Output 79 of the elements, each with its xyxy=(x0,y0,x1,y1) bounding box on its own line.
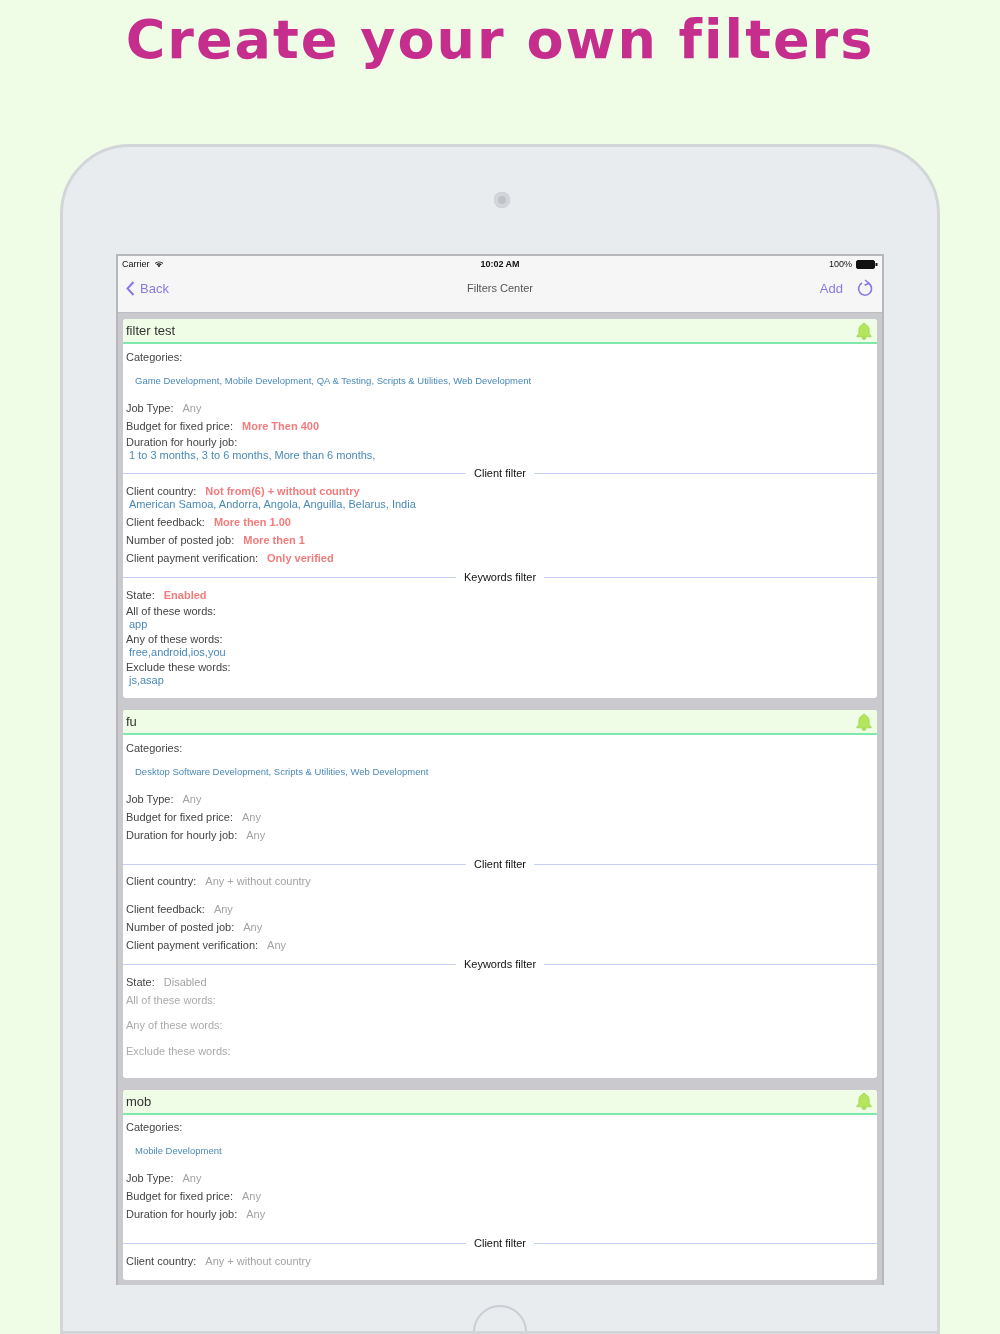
field-label: Categories: xyxy=(126,1121,184,1134)
field-label: Any of these words: xyxy=(126,633,224,646)
category-list: Mobile Development xyxy=(126,1134,874,1167)
field-value: Any xyxy=(246,828,266,842)
filter-name: filter test xyxy=(126,323,176,338)
field-label: Client country: xyxy=(126,484,197,498)
field-label: Exclude these words: xyxy=(126,661,232,674)
field-value: Any + without country xyxy=(205,875,311,888)
field-label: Categories: xyxy=(126,741,184,755)
bell-icon[interactable] xyxy=(856,712,872,731)
field-value: More then 1 xyxy=(243,533,305,547)
field-label: Budget for fixed price: xyxy=(126,1190,233,1203)
chevron-icon xyxy=(126,280,135,296)
field-value: Enabled xyxy=(163,588,207,602)
section-title: Client filter xyxy=(474,857,526,871)
field-value: Any xyxy=(243,920,263,934)
field-value: Only verified xyxy=(267,551,334,565)
field-label: All of these words: xyxy=(126,993,217,1007)
headline: Create your own filters xyxy=(124,7,876,73)
field-value: Any xyxy=(242,1190,261,1203)
nav-title: Filters Center xyxy=(467,282,533,294)
field-value: Any xyxy=(242,810,261,824)
field-value: app xyxy=(128,618,149,631)
field-label: Client feedback: xyxy=(126,515,205,529)
field-label: Number of posted job: xyxy=(126,533,235,547)
field-value: Any xyxy=(182,1172,202,1185)
carrier-label: Carrier xyxy=(122,259,150,269)
field-label: Client country: xyxy=(126,1254,197,1268)
field-label: Duration for hourly job: xyxy=(126,436,239,449)
field-label: Job Type: xyxy=(126,401,174,415)
field-value: Any xyxy=(246,1208,266,1221)
field-label: Number of posted job: xyxy=(126,920,235,934)
field-label: Exclude these words: xyxy=(126,1044,232,1058)
wifi-icon xyxy=(153,260,164,268)
bell-icon[interactable] xyxy=(856,1092,872,1110)
field-value: Not from(6) + without country xyxy=(205,484,360,498)
field-label: Client payment verification: xyxy=(126,938,259,952)
field-label: Categories: xyxy=(126,350,184,364)
field-label: Duration for hourly job: xyxy=(126,828,238,842)
bell-icon[interactable] xyxy=(856,321,872,340)
field-value: 1 to 3 months, 3 to 6 months, More than 6 months, xyxy=(128,449,377,462)
field-label: State: xyxy=(126,588,155,602)
field-value: Any xyxy=(182,792,202,806)
field-value: More Then 400 xyxy=(242,419,320,433)
section-title: Client filter xyxy=(474,1237,526,1250)
field-value: Any xyxy=(182,401,202,415)
battery-icon xyxy=(856,259,878,269)
field-label: Client country: xyxy=(126,875,197,888)
filter-name: fu xyxy=(126,714,137,729)
field-value: Any + without country xyxy=(205,1254,311,1268)
field-value: Any xyxy=(213,902,233,916)
field-label: Budget for fixed price: xyxy=(126,419,233,433)
field-label: State: xyxy=(126,975,155,989)
battery-percent: 100% xyxy=(828,259,852,269)
field-label: All of these words: xyxy=(126,605,217,618)
field-value: free,android,ios,you xyxy=(128,646,227,659)
field-label: Client feedback: xyxy=(126,902,205,916)
section-title: Keywords filter xyxy=(463,958,537,971)
field-label: Job Type: xyxy=(126,792,174,806)
field-label: Client payment verification: xyxy=(126,551,259,565)
refresh-icon[interactable] xyxy=(857,279,874,297)
category-list: Desktop Software Development, Scripts & Utilities, Web Development xyxy=(126,754,874,788)
field-value: Any xyxy=(267,938,287,952)
section-title: Keywords filter xyxy=(463,571,537,584)
field-value: Disabled xyxy=(163,975,207,989)
field-label: Duration for hourly job: xyxy=(126,1208,238,1221)
field-label: Job Type: xyxy=(126,1172,174,1185)
back-button[interactable]: Back xyxy=(126,280,276,296)
field-label: Budget for fixed price: xyxy=(126,810,233,824)
field-label: Any of these words: xyxy=(126,1019,224,1032)
country-list: American Samoa, Andorra, Angola, Anguilla, Belarus, India xyxy=(126,497,874,511)
category-list: Game Development, Mobile Development, QA & Testing, Scripts & Utilities, Web Development xyxy=(126,363,874,397)
status-time: 10:02 AM xyxy=(480,259,520,269)
filter-name: mob xyxy=(126,1093,152,1109)
field-value: More then 1.00 xyxy=(213,515,291,529)
field-value: js,asap xyxy=(127,674,165,687)
add-button[interactable]: Add xyxy=(819,280,843,296)
section-title: Client filter xyxy=(474,467,526,480)
camera-icon xyxy=(494,192,510,208)
